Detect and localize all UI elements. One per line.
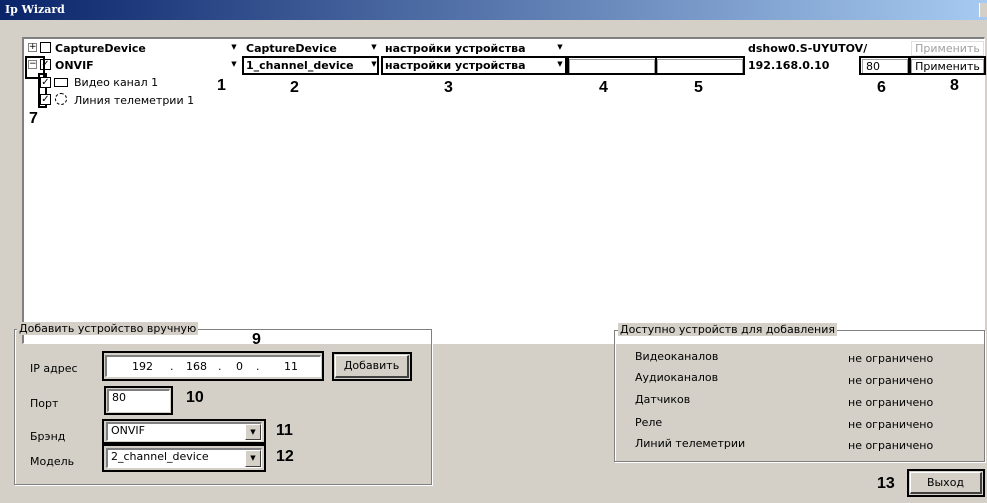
chevron-down-icon[interactable]: ▼: [245, 450, 261, 467]
device-address: 192.168.0.10: [748, 59, 830, 72]
window-title: Ip Wizard: [5, 3, 65, 16]
chevron-down-icon[interactable]: ▼: [229, 42, 239, 52]
chevron-down-icon[interactable]: ▼: [369, 42, 379, 52]
highlight-box: [381, 56, 567, 75]
ip-octet: 11: [284, 360, 298, 373]
highlight-box: [242, 56, 379, 75]
highlight-box: [859, 56, 910, 75]
ip-dot: .: [218, 360, 222, 373]
callout-1: 1: [217, 77, 226, 94]
model-value: 2_channel_device: [111, 450, 209, 463]
device-grid[interactable]: + CaptureDevice ▼ CaptureDevice ▼ настро…: [22, 37, 986, 344]
device-settings[interactable]: настройки устройства: [385, 42, 526, 55]
channel-label: Линия телеметрии 1: [74, 94, 195, 107]
available-label: Видеоканалов: [635, 350, 719, 363]
callout-5: 5: [694, 79, 703, 96]
callout-2: 2: [290, 79, 299, 96]
callout-10: 10: [186, 389, 204, 406]
chevron-down-icon[interactable]: ▼: [245, 424, 261, 440]
available-title: Доступно устройств для добавления: [618, 323, 838, 336]
model-label: Модель: [30, 455, 75, 468]
port-input[interactable]: 80: [107, 389, 170, 412]
highlight-box: [567, 56, 657, 75]
available-label: Линий телеметрии: [635, 437, 746, 450]
available-label: Реле: [635, 416, 663, 429]
available-value: не ограничено: [848, 352, 934, 365]
available-value: не ограничено: [848, 439, 934, 452]
ip-octet: 192: [132, 360, 153, 373]
manual-add-title: Добавить устройство вручную: [17, 322, 199, 335]
ip-dot: .: [256, 360, 260, 373]
callout-4: 4: [599, 79, 608, 96]
callout-7: 7: [29, 110, 38, 127]
callout-8: 8: [950, 77, 959, 94]
expand-icon[interactable]: +: [28, 43, 37, 52]
callout-12: 12: [276, 448, 294, 465]
channel-checkbox[interactable]: ✓: [40, 77, 51, 88]
callout-11: 11: [276, 422, 293, 439]
callout-6: 6: [877, 79, 886, 96]
ip-address-field[interactable]: 192 . 168 . 0 . 11: [105, 355, 321, 377]
highlight-box: [655, 56, 745, 75]
available-label: Аудиоканалов: [635, 371, 719, 384]
device-address: dshow0.S-UYUTOV/: [748, 42, 868, 55]
available-value: не ограничено: [848, 374, 934, 387]
callout-3: 3: [444, 79, 453, 96]
exit-button[interactable]: Выход: [910, 472, 982, 494]
chevron-down-icon[interactable]: ▼: [555, 42, 565, 52]
close-icon[interactable]: [979, 3, 987, 17]
available-value: не ограничено: [848, 396, 934, 409]
available-label: Датчиков: [635, 393, 691, 406]
channel-label: Видео канал 1: [74, 76, 159, 89]
port-label: Порт: [30, 397, 59, 410]
callout-13: 13: [877, 475, 895, 492]
ip-label: IP адрес: [30, 362, 78, 375]
brand-label: Брэнд: [30, 430, 66, 443]
telemetry-icon: [55, 93, 67, 105]
ip-dot: .: [170, 360, 174, 373]
row-checkbox[interactable]: [40, 42, 51, 53]
camera-icon: [54, 78, 68, 87]
ip-octet: 0: [236, 360, 243, 373]
available-value: не ограничено: [848, 418, 934, 431]
window-titlebar: Ip Wizard: [0, 0, 987, 20]
channel-checkbox[interactable]: ✓: [40, 94, 51, 105]
chevron-down-icon[interactable]: ▼: [229, 59, 239, 69]
device-name: CaptureDevice: [55, 42, 146, 55]
ip-octet: 168: [186, 360, 207, 373]
callout-9: 9: [252, 331, 261, 348]
model-select[interactable]: 2_channel_device ▼: [106, 448, 262, 468]
device-name: ONVIF: [55, 59, 94, 72]
brand-select[interactable]: ONVIF ▼: [106, 422, 262, 441]
add-button[interactable]: Добавить: [335, 355, 409, 378]
device-type[interactable]: CaptureDevice: [246, 42, 337, 55]
highlight-box: [909, 56, 986, 75]
apply-button[interactable]: Применить: [911, 41, 984, 56]
brand-value: ONVIF: [111, 424, 145, 437]
